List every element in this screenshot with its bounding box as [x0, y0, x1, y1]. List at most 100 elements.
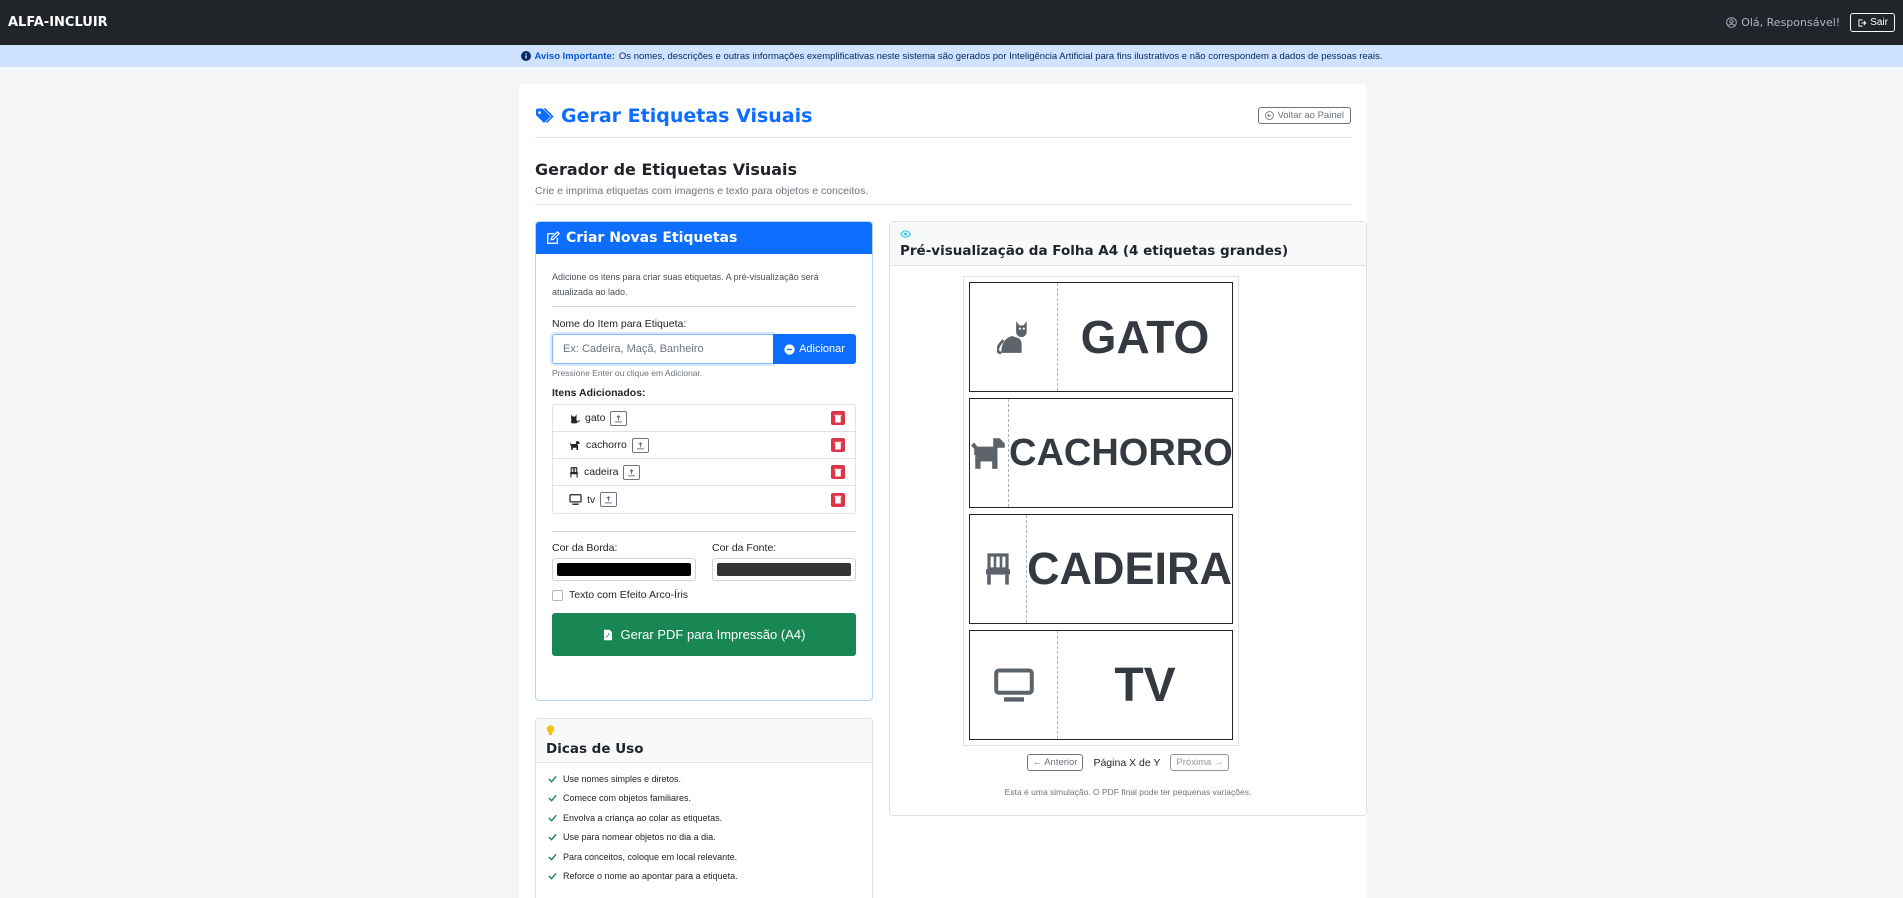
check-icon: [548, 834, 557, 842]
usage-tips-card: Dicas de Uso Use nomes simples e diretos…: [535, 718, 873, 898]
plus-circle-icon: [784, 343, 795, 355]
edit-icon: [547, 231, 560, 244]
a4-sheet: GATO CACHORRO CADEIRA TV: [963, 276, 1239, 746]
check-icon: [548, 775, 557, 783]
preview-pagination: ← Anterior Página X de Y Próxima →: [890, 754, 1366, 771]
page-title-text: Gerar Etiquetas Visuais: [561, 104, 813, 127]
list-item-content: cadeira: [569, 464, 641, 480]
upload-image-button[interactable]: [610, 410, 628, 426]
app-brand[interactable]: ALFA-INCLUIR: [8, 15, 108, 30]
eye-icon: [900, 230, 911, 238]
border-color-label: Cor da Borda:: [552, 542, 618, 554]
back-label: Voltar ao Painel: [1277, 110, 1344, 121]
tip-item: Reforce o nome ao apontar para a etiquet…: [548, 867, 862, 887]
create-card-body: Adicione os itens para criar suas etique…: [536, 270, 872, 656]
back-to-dashboard-button[interactable]: Voltar ao Painel: [1258, 107, 1351, 124]
logout-icon: [1858, 18, 1867, 27]
user-greeting[interactable]: Olá, Responsável!: [1726, 16, 1840, 29]
tip-item: Use nomes simples e diretos.: [548, 769, 862, 789]
lightbulb-icon: [546, 725, 555, 736]
tips-list: Use nomes simples e diretos. Comece com …: [536, 763, 872, 886]
logout-label: Sair: [1870, 17, 1888, 28]
added-items-label: Itens Adicionados:: [552, 387, 646, 399]
arrow-left-circle-icon: [1265, 111, 1275, 120]
add-item-label: Adicionar: [799, 343, 845, 355]
label-preview: GATO: [969, 282, 1233, 392]
create-help-text: Adicione os itens para criar suas etique…: [552, 270, 856, 307]
dog-icon: [569, 440, 580, 450]
cat-icon: [996, 321, 1027, 355]
navbar-right: Olá, Responsável! Sair: [1726, 13, 1895, 32]
upload-image-button[interactable]: [631, 437, 649, 453]
label-preview: CACHORRO: [969, 398, 1233, 508]
added-items-list: gato cachorro cadeira tv: [552, 404, 856, 514]
tips-title: Dicas de Uso: [546, 741, 644, 757]
upload-image-button[interactable]: [623, 464, 641, 480]
add-item-button[interactable]: Adicionar: [773, 334, 856, 364]
rainbow-checkbox[interactable]: [552, 589, 563, 601]
page-indicator: Página X de Y: [1093, 756, 1161, 769]
delete-item-button[interactable]: [831, 465, 845, 479]
next-page-button[interactable]: Próxima →: [1170, 754, 1230, 771]
create-card-title: Criar Novas Etiquetas: [566, 230, 738, 246]
generate-pdf-label: Gerar PDF para Impressão (A4): [620, 627, 806, 642]
tip-text: Comece com objetos familiares.: [563, 793, 692, 804]
notice-text: Os nomes, descrições e outras informaçõe…: [618, 50, 1383, 62]
tv-icon: [993, 668, 1034, 702]
upload-icon: [628, 468, 636, 476]
tip-text: Envolva a criança ao colar as etiquetas.: [563, 812, 723, 823]
border-color-field: Cor da Borda:: [552, 542, 696, 581]
list-item-name: gato: [585, 412, 606, 424]
upload-icon: [615, 414, 623, 422]
label-image: [970, 399, 1009, 507]
list-item: cachorro: [553, 432, 855, 459]
border-color-swatch: [557, 563, 691, 576]
main-card: Gerar Etiquetas Visuais Voltar ao Painel…: [519, 84, 1367, 898]
label-preview: CADEIRA: [969, 514, 1233, 624]
previous-page-button[interactable]: ← Anterior: [1026, 754, 1084, 771]
create-labels-card: Criar Novas Etiquetas Adicione os itens …: [535, 221, 873, 701]
logout-button[interactable]: Sair: [1850, 13, 1895, 32]
font-color-field: Cor da Fonte:: [712, 542, 856, 581]
label-image: [970, 515, 1027, 623]
upload-image-button[interactable]: [600, 492, 618, 507]
list-item: gato: [553, 405, 855, 432]
check-icon: [548, 853, 557, 861]
border-color-picker[interactable]: [552, 558, 696, 581]
label-text: CACHORRO: [1009, 431, 1233, 474]
font-color-picker[interactable]: [712, 558, 856, 581]
list-divider: [552, 531, 856, 532]
item-input-group: Adicionar: [552, 334, 856, 364]
tip-item: Comece com objetos familiares.: [548, 789, 862, 809]
item-name-input[interactable]: [552, 334, 773, 364]
tags-icon: [536, 107, 554, 123]
chair-icon: [985, 553, 1010, 585]
label-image: [970, 283, 1058, 391]
list-item-content: gato: [569, 410, 628, 426]
tv-icon: [569, 494, 582, 505]
list-item-content: tv: [569, 492, 618, 507]
section-divider: [535, 204, 1351, 205]
rainbow-label[interactable]: Texto com Efeito Arco-Íris: [569, 589, 688, 601]
font-color-label: Cor da Fonte:: [712, 542, 777, 554]
tip-item: Para conceitos, coloque em local relevan…: [548, 847, 862, 867]
list-item: cadeira: [553, 459, 855, 486]
list-item-content: cachorro: [569, 437, 649, 453]
delete-item-button[interactable]: [831, 438, 845, 452]
section-subtitle: Crie e imprima etiquetas com imagens e t…: [535, 185, 869, 197]
list-item-name: cadeira: [584, 466, 619, 478]
font-color-swatch: [717, 563, 851, 576]
create-card-header: Criar Novas Etiquetas: [536, 222, 872, 254]
list-item-name: tv: [587, 493, 596, 506]
page-header: Gerar Etiquetas Visuais Voltar ao Painel: [535, 94, 1351, 138]
delete-item-button[interactable]: [831, 411, 845, 425]
generate-pdf-button[interactable]: Gerar PDF para Impressão (A4): [552, 613, 856, 656]
trash-icon: [834, 441, 842, 449]
simulation-note: Esta é uma simulação. O PDF final pode t…: [1004, 787, 1252, 797]
notice-label: Aviso Importante:: [534, 50, 615, 62]
delete-item-button[interactable]: [831, 492, 845, 507]
tip-text: Reforce o nome ao apontar para a etiquet…: [563, 871, 738, 882]
preview-header: Pré-visualização da Folha A4 (4 etiqueta…: [890, 222, 1366, 266]
color-settings: Cor da Borda: Cor da Fonte:: [552, 542, 856, 581]
user-circle-icon: [1726, 17, 1737, 28]
